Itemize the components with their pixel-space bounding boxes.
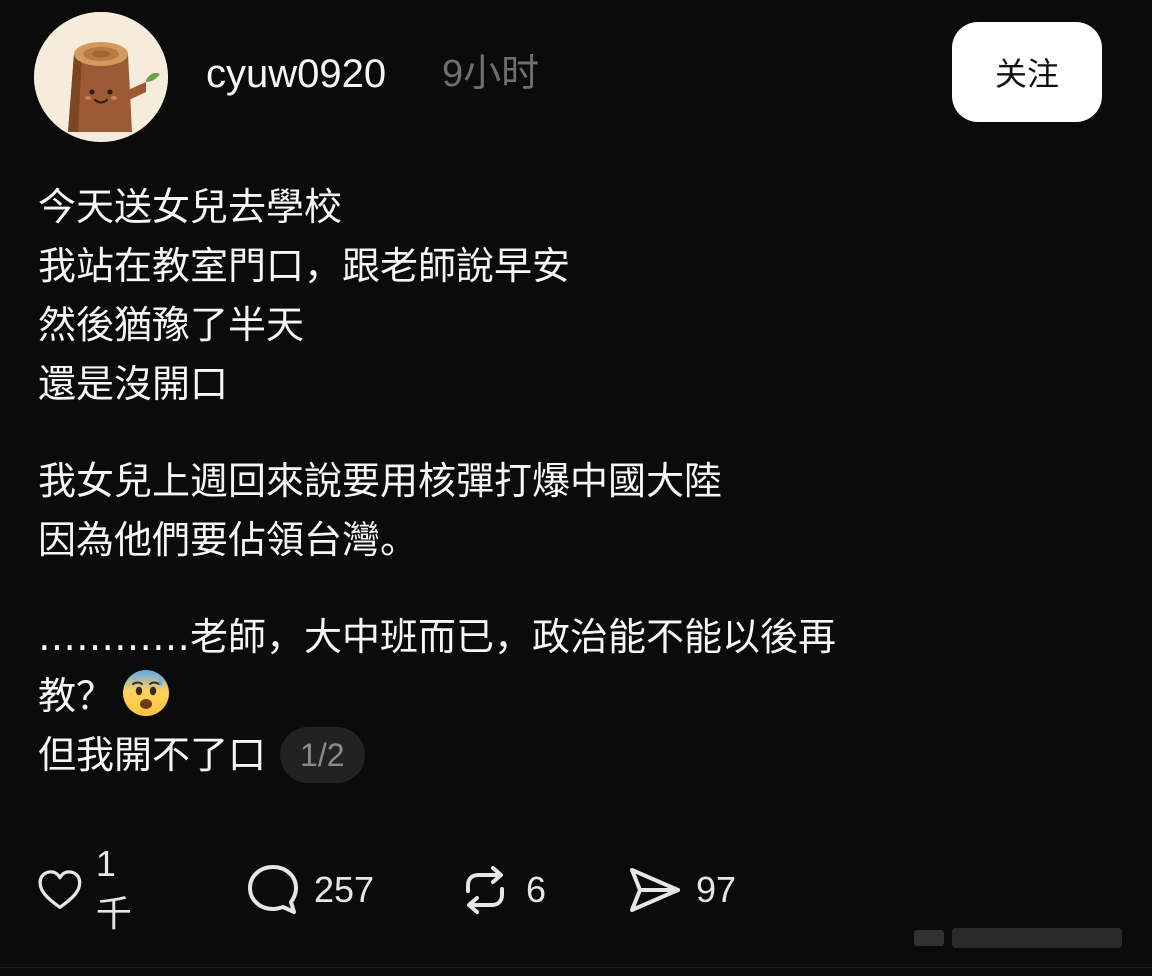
share-button[interactable]: 97 [626,861,736,919]
post-line: 我女兒上週回來說要用核彈打爆中國大陸 [38,459,723,503]
post-line: 因為他們要佔領台灣。 [38,518,419,562]
follow-button[interactable]: 关注 [952,22,1102,122]
post-line-text: 教？ [38,674,115,718]
post-line-with-emoji: 教？ [38,667,1098,726]
repost-button[interactable]: 6 [456,861,546,919]
watermark-graphic [914,928,1122,948]
comment-icon [248,865,298,914]
post-line-text: 但我開不了口 [38,733,267,777]
divider [0,967,1152,968]
post-time: 9小时 [442,53,540,95]
post-body: 今天送女兒去學校 我站在教室門口，跟老師說早安 然後猶豫了半天 還是沒開口 我女… [38,178,1098,785]
anxious-face-emoji-icon [120,667,172,719]
post-line: 今天送女兒去學校 [38,185,343,229]
username[interactable]: cyuw0920 [206,48,386,100]
page-indicator[interactable]: 1/2 [280,727,365,783]
post-line: 我站在教室門口，跟老師說早安 [38,244,571,288]
post-line: …………老師，大中班而已，政治能不能以後再 [38,615,837,659]
post-line-with-pill: 但我開不了口 1/2 [38,726,1098,785]
like-count: 1千 [95,843,132,934]
avatar[interactable] [34,12,168,142]
repost-count: 6 [526,869,547,910]
heart-icon [38,870,82,909]
like-button[interactable]: 1千 [36,843,142,937]
avatar-stump-icon [34,12,168,142]
post-line: 還是沒開口 [38,362,229,406]
repost-icon [466,866,504,914]
post-line: 然後猶豫了半天 [38,303,305,347]
share-count: 97 [696,869,737,910]
comment-button[interactable]: 257 [244,861,374,919]
comment-count: 257 [314,869,375,910]
share-icon [630,868,680,912]
